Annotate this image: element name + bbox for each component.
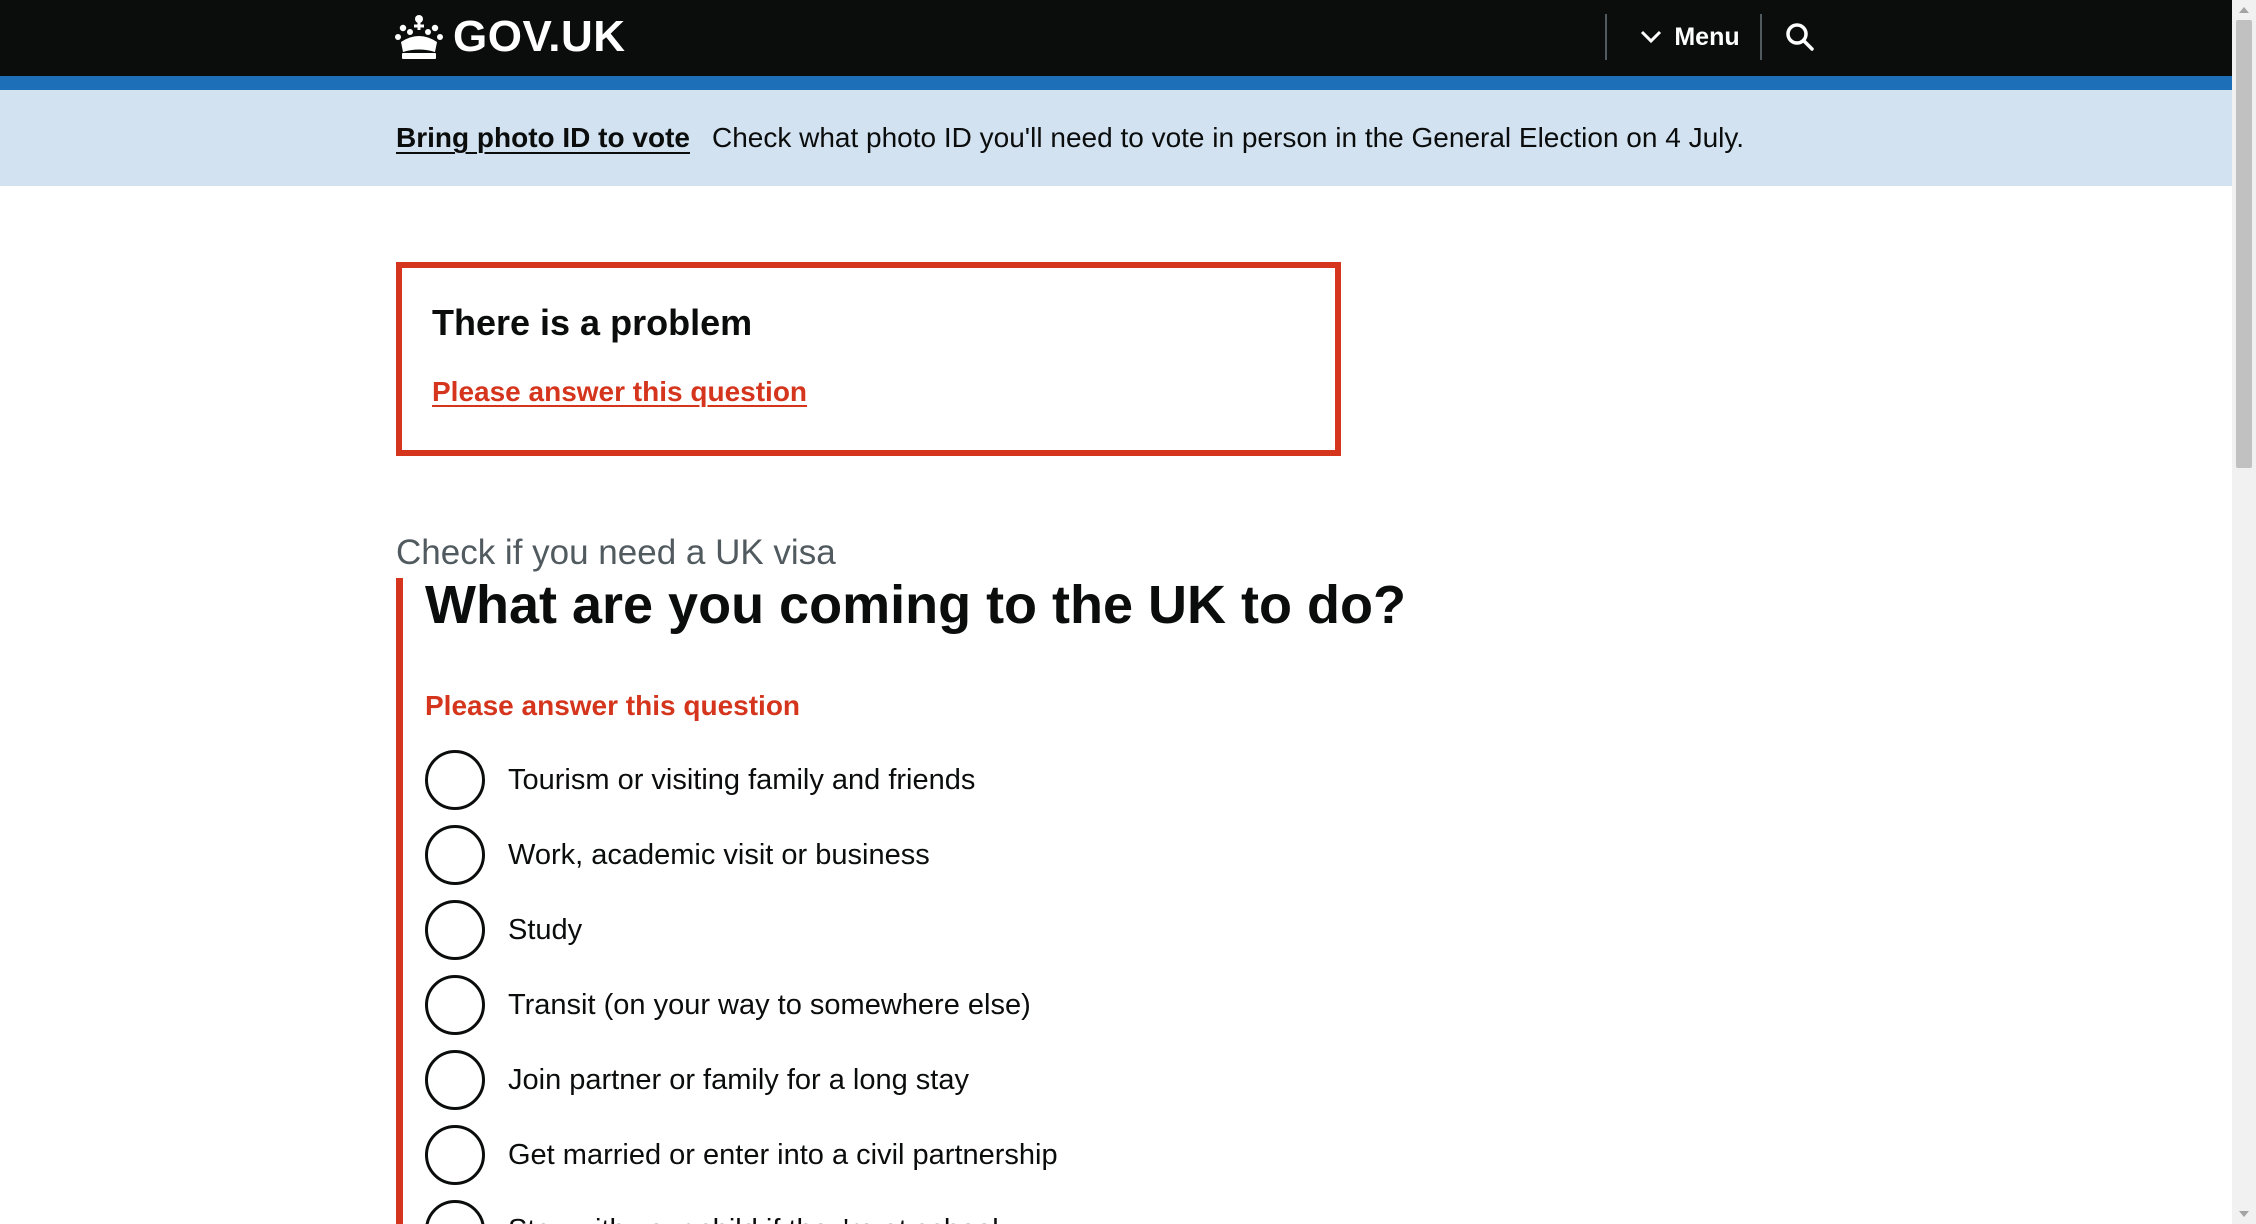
crown-icon: [395, 15, 443, 59]
form-group-error-border: [396, 578, 403, 1224]
radio-option-transit[interactable]: Transit (on your way to somewhere else): [425, 975, 1031, 1035]
radio-button[interactable]: [425, 750, 485, 810]
page-viewport: GOV.UK Menu Bring photo ID to vote Check…: [0, 0, 2232, 1224]
govuk-logo-link[interactable]: GOV.UK: [395, 9, 626, 65]
menu-button[interactable]: Menu: [1620, 14, 1760, 60]
radio-label[interactable]: Get married or enter into a civil partne…: [508, 1139, 1058, 1172]
radio-label[interactable]: Tourism or visiting family and friends: [508, 764, 975, 797]
scrollbar-thumb[interactable]: [2236, 20, 2252, 468]
error-summary-link[interactable]: Please answer this question: [432, 376, 807, 408]
radio-label[interactable]: Stay with your child if they're at schoo…: [508, 1214, 999, 1224]
search-divider: [1760, 14, 1762, 60]
site-header: GOV.UK Menu: [0, 0, 2232, 76]
menu-label: Menu: [1674, 22, 1740, 51]
error-summary: There is a problem Please answer this qu…: [396, 262, 1341, 456]
search-icon: [1786, 23, 1814, 51]
banner-message: Check what photo ID you'll need to vote …: [711, 122, 1745, 153]
photo-id-link[interactable]: Bring photo ID to vote: [396, 122, 690, 154]
scroll-down-icon[interactable]: [2232, 1204, 2256, 1224]
radio-option-tourism[interactable]: Tourism or visiting family and friends: [425, 750, 975, 810]
radio-button[interactable]: [425, 1050, 485, 1110]
radio-button[interactable]: [425, 825, 485, 885]
field-error-message: Please answer this question: [425, 690, 801, 721]
radio-option-study[interactable]: Study: [425, 900, 582, 960]
radio-label[interactable]: Transit (on your way to somewhere else): [508, 989, 1031, 1022]
radio-option-join-family[interactable]: Join partner or family for a long stay: [425, 1050, 969, 1110]
radio-button[interactable]: [425, 900, 485, 960]
menu-divider: [1605, 14, 1607, 60]
info-banner: Bring photo ID to vote Check what photo …: [0, 90, 2232, 186]
radio-button[interactable]: [425, 975, 485, 1035]
radio-option-work[interactable]: Work, academic visit or business: [425, 825, 930, 885]
radio-button[interactable]: [425, 1125, 485, 1185]
radio-label[interactable]: Study: [508, 914, 582, 947]
question-heading: What are you coming to the UK to do?: [425, 575, 1406, 635]
radio-option-marriage[interactable]: Get married or enter into a civil partne…: [425, 1125, 1058, 1185]
radio-option-child-school[interactable]: Stay with your child if they're at schoo…: [425, 1200, 999, 1224]
logo-text: GOV.UK: [453, 12, 626, 61]
scroll-up-icon[interactable]: [2232, 0, 2256, 20]
search-button[interactable]: [1768, 14, 1832, 60]
page-scrollbar[interactable]: [2232, 0, 2256, 1224]
error-summary-title: There is a problem: [432, 302, 753, 343]
radio-label[interactable]: Join partner or family for a long stay: [508, 1064, 969, 1097]
radio-button[interactable]: [425, 1200, 485, 1224]
chevron-down-icon: [1641, 30, 1662, 44]
page-caption: Check if you need a UK visa: [396, 533, 836, 572]
radio-label[interactable]: Work, academic visit or business: [508, 839, 930, 872]
header-accent-bar: [0, 76, 2232, 90]
